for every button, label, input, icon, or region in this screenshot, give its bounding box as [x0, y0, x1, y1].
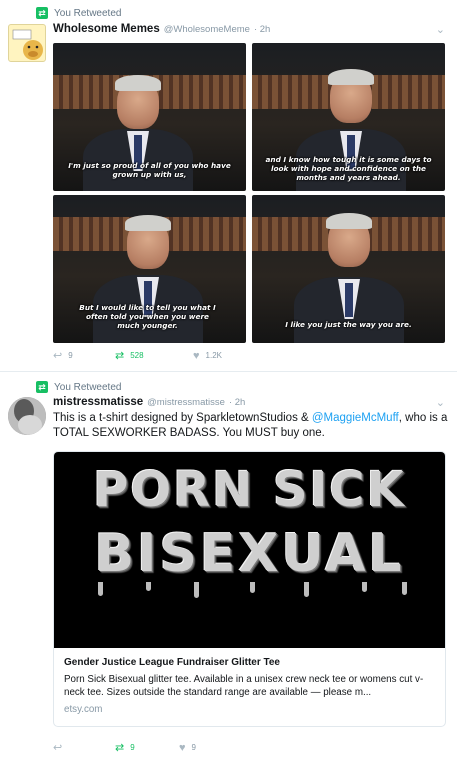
retweet-icon: ⇄ — [115, 350, 125, 362]
tweet-actions: ↩ 9 ⇄ 528 ♥ 1.2K — [53, 349, 222, 363]
retweet-count: 9 — [130, 743, 135, 752]
display-name[interactable]: mistressmatisse — [53, 396, 143, 408]
tweet-text: This is a t-shirt designed by Sparkletow… — [53, 412, 448, 439]
retweet-icon: ⇄ — [36, 7, 48, 19]
reply-button[interactable]: ↩ 9 — [53, 349, 115, 362]
reply-button[interactable]: ↩ — [53, 741, 115, 754]
photo-3[interactable]: But I would like to tell you what I ofte… — [53, 195, 246, 343]
tweet[interactable]: ⇄ You Retweeted Wholesome Memes @Wholeso… — [0, 0, 457, 372]
link-card[interactable]: PORN SICK BISEXUAL Gender Justice League… — [53, 451, 446, 727]
retweet-count: 528 — [130, 351, 144, 360]
heart-icon: ♥ — [179, 741, 186, 754]
retweet-label: You Retweeted — [54, 381, 122, 393]
mention-link[interactable]: @MaggieMcMuff — [312, 412, 399, 424]
photo-grid: I'm just so proud of all of you who have… — [53, 43, 445, 343]
card-image[interactable]: PORN SICK BISEXUAL — [54, 452, 445, 648]
username[interactable]: @WholesomeMeme — [164, 24, 250, 35]
reply-icon: ↩ — [53, 350, 63, 362]
retweet-context: ⇄ You Retweeted — [36, 381, 121, 393]
card-image-text: PORN SICK — [93, 462, 406, 518]
card-body: Gender Justice League Fundraiser Glitter… — [64, 656, 436, 715]
tweet[interactable]: ⇄ You Retweeted mistressmatisse @mistres… — [0, 373, 457, 768]
retweet-icon: ⇄ — [36, 381, 48, 393]
reply-count: 9 — [68, 351, 73, 360]
retweet-button[interactable]: ⇄ 9 — [115, 741, 179, 754]
chevron-down-icon[interactable]: ⌄ — [436, 396, 445, 409]
photo-2[interactable]: and I know how tough it is some days to … — [252, 43, 445, 191]
card-image-text: BISEXUAL — [94, 524, 405, 584]
tweet-actions: ↩ ⇄ 9 ♥ 9 — [53, 741, 196, 755]
reply-icon: ↩ — [53, 742, 63, 754]
chevron-down-icon[interactable]: ⌄ — [436, 23, 445, 36]
card-description: Porn Sick Bisexual glitter tee. Availabl… — [64, 674, 424, 698]
heart-icon: ♥ — [193, 349, 200, 362]
timestamp[interactable]: · 2h — [229, 397, 245, 408]
like-button[interactable]: ♥ 9 — [179, 742, 196, 754]
retweet-context: ⇄ You Retweeted — [36, 7, 121, 19]
avatar[interactable] — [8, 24, 46, 62]
retweet-button[interactable]: ⇄ 528 — [115, 349, 193, 362]
retweet-icon: ⇄ — [115, 742, 125, 754]
like-count: 1.2K — [205, 351, 222, 360]
like-button[interactable]: ♥ 1.2K — [193, 350, 222, 362]
tweet-header: mistressmatisse @mistressmatisse · 2h — [53, 396, 245, 408]
timestamp[interactable]: · 2h — [254, 24, 270, 35]
tweet-header: Wholesome Memes @WholesomeMeme · 2h — [53, 23, 270, 35]
avatar[interactable] — [8, 397, 46, 435]
card-title: Gender Justice League Fundraiser Glitter… — [64, 657, 280, 668]
photo-1[interactable]: I'm just so proud of all of you who have… — [53, 43, 246, 191]
photo-caption: I like you just the way you are. — [285, 320, 412, 329]
photo-caption: I'm just so proud of all of you who have… — [68, 161, 231, 179]
photo-caption: and I know how tough it is some days to … — [265, 155, 432, 182]
display-name[interactable]: Wholesome Memes — [53, 23, 160, 35]
like-count: 9 — [191, 743, 196, 752]
retweet-label: You Retweeted — [54, 7, 122, 19]
username[interactable]: @mistressmatisse — [147, 397, 225, 408]
photo-caption: But I would like to tell you what I ofte… — [79, 303, 216, 330]
photo-4[interactable]: I like you just the way you are. — [252, 195, 445, 343]
card-domain: etsy.com — [64, 704, 103, 715]
